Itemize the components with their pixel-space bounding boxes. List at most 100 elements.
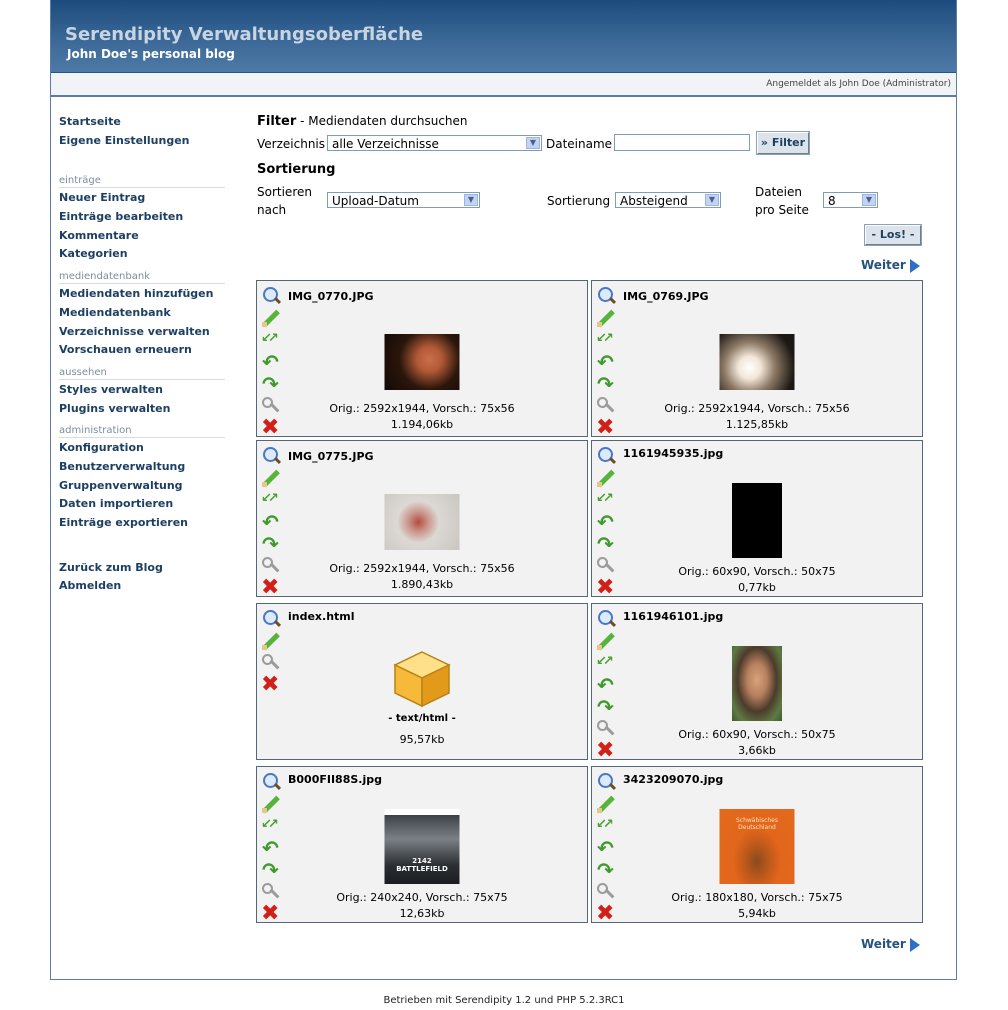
- rotate-left-icon[interactable]: [261, 510, 281, 534]
- sidebar-item-styles-verwalten[interactable]: Styles verwalten: [59, 383, 225, 403]
- sidebar-item-eintraege-exportieren[interactable]: Einträge exportieren: [59, 517, 225, 536]
- sidebar-item-mediendaten-hinzufuegen[interactable]: Mediendaten hinzufügen: [59, 288, 225, 307]
- edit-pencil-icon[interactable]: [596, 631, 616, 651]
- rotate-right-icon[interactable]: [596, 372, 616, 396]
- resize-icon[interactable]: [261, 330, 281, 350]
- edit-pencil-icon[interactable]: [596, 794, 616, 814]
- media-thumbnail[interactable]: [384, 494, 460, 550]
- sidebar-item-eigene-einstellungen[interactable]: Eigene Einstellungen: [59, 134, 225, 154]
- sidebar-item-abmelden[interactable]: Abmelden: [59, 580, 225, 599]
- thumbnail-art-line2: BATTLEFIELD: [396, 865, 448, 873]
- zoom-icon[interactable]: [596, 609, 616, 629]
- zoom-icon[interactable]: [261, 772, 281, 792]
- media-dimensions: Orig.: 2592x1944, Vorsch.: 75x56: [664, 402, 850, 415]
- edit-pencil-icon[interactable]: [261, 794, 281, 814]
- media-filename: IMG_0769.JPG: [623, 290, 709, 303]
- media-thumbnail[interactable]: [732, 483, 782, 558]
- directory-select[interactable]: alle Verzeichnisse ▼: [327, 135, 542, 151]
- zoom-icon[interactable]: [261, 446, 281, 466]
- resize-icon[interactable]: [596, 816, 616, 836]
- rotate-left-icon[interactable]: [596, 836, 616, 860]
- rotate-left-icon[interactable]: [596, 350, 616, 374]
- media-item: 3423209070.jpg Schwäbisches Deutschland …: [591, 766, 923, 926]
- edit-pencil-icon[interactable]: [261, 468, 281, 488]
- zoom-icon[interactable]: [596, 446, 616, 466]
- per-page-select[interactable]: 8 ▼: [823, 192, 878, 208]
- admin-frame: Serendipity Verwaltungsoberfläche John D…: [50, 0, 957, 980]
- rotate-right-icon[interactable]: [261, 532, 281, 556]
- media-thumbnail[interactable]: [384, 334, 460, 390]
- sidebar-section-administration: administration: [59, 425, 225, 439]
- sidebar-item-mediendatenbank[interactable]: Mediendatenbank: [59, 306, 225, 326]
- media-dimensions: Orig.: 180x180, Vorsch.: 75x75: [671, 891, 843, 904]
- sort-by-label-line1: Sortieren: [257, 185, 312, 199]
- media-thumbnail[interactable]: Schwäbisches Deutschland: [719, 809, 795, 884]
- sidebar-item-kommentare[interactable]: Kommentare: [59, 229, 225, 249]
- arrow-right-icon: [909, 258, 920, 273]
- footer: Betrieben mit Serendipity 1.2 und PHP 5.…: [383, 995, 625, 1006]
- edit-pencil-icon[interactable]: [261, 631, 281, 651]
- rotate-right-icon[interactable]: [596, 695, 616, 719]
- edit-pencil-icon[interactable]: [261, 308, 281, 328]
- media-size: 0,77kb: [738, 581, 776, 594]
- sidebar-item-konfiguration[interactable]: Konfiguration: [59, 442, 225, 461]
- media-mime: - text/html -: [388, 713, 456, 724]
- zoom-icon[interactable]: [261, 286, 281, 306]
- next-page-link-bottom[interactable]: Weiter: [861, 937, 920, 952]
- sidebar-item-zurueck-zum-blog[interactable]: Zurück zum Blog: [59, 561, 225, 581]
- sidebar-item-benutzerverwaltung[interactable]: Benutzerverwaltung: [59, 461, 225, 480]
- zoom-icon[interactable]: [261, 609, 281, 629]
- sidebar-item-neuer-eintrag[interactable]: Neuer Eintrag: [59, 192, 225, 211]
- sidebar-item-startseite[interactable]: Startseite: [59, 116, 225, 135]
- sidebar-section-aussehen: aussehen: [59, 367, 225, 380]
- filter-row: Verzeichnis alle Verzeichnisse ▼ Dateina…: [257, 131, 927, 156]
- sidebar-item-daten-importieren[interactable]: Daten importieren: [59, 498, 225, 517]
- media-size: 12,63kb: [399, 907, 445, 920]
- sidebar-item-eintraege-bearbeiten[interactable]: Einträge bearbeiten: [59, 211, 225, 230]
- filename-input[interactable]: [614, 134, 750, 151]
- resize-icon[interactable]: [261, 490, 281, 510]
- sidebar-item-verzeichnisse-verwalten[interactable]: Verzeichnisse verwalten: [59, 325, 225, 345]
- media-filename: IMG_0770.JPG: [288, 290, 374, 303]
- sidebar-item-kategorien[interactable]: Kategorien: [59, 248, 225, 267]
- zoom-icon[interactable]: [596, 772, 616, 792]
- go-button[interactable]: - Los! -: [864, 224, 922, 246]
- media-size: 1.125,85kb: [725, 418, 789, 431]
- sidebar-item-plugins-verwalten[interactable]: Plugins verwalten: [59, 402, 225, 422]
- next-page-link-top[interactable]: Weiter: [861, 258, 920, 273]
- rotate-right-icon[interactable]: [596, 858, 616, 882]
- rotate-left-icon[interactable]: [596, 510, 616, 534]
- resize-icon[interactable]: [596, 490, 616, 510]
- edit-pencil-icon[interactable]: [596, 468, 616, 488]
- resize-icon[interactable]: [596, 653, 616, 673]
- zoom-icon[interactable]: [596, 286, 616, 306]
- admin-title: Serendipity Verwaltungsoberfläche: [65, 24, 424, 45]
- media-size: 3,66kb: [738, 744, 776, 757]
- package-icon[interactable]: [391, 648, 453, 710]
- media-thumbnail[interactable]: [732, 646, 782, 721]
- rotate-right-icon[interactable]: [261, 858, 281, 882]
- per-page-label: Dateien: [755, 185, 803, 199]
- sort-order-select[interactable]: Absteigend ▼: [615, 192, 721, 208]
- rotate-right-icon[interactable]: [596, 532, 616, 556]
- rotate-right-icon[interactable]: [261, 372, 281, 396]
- next-page-label: Weiter: [861, 937, 906, 951]
- media-item: index.html - text/html - 95,57kb: [256, 603, 588, 760]
- sidebar-item-vorschauen-erneuern[interactable]: Vorschauen erneuern: [59, 344, 225, 363]
- media-thumbnail[interactable]: [719, 334, 795, 390]
- sort-by-select[interactable]: Upload-Datum ▼: [327, 192, 480, 208]
- rotate-left-icon[interactable]: [261, 350, 281, 374]
- rotate-left-icon[interactable]: [596, 673, 616, 697]
- media-thumbnail[interactable]: 2142 BATTLEFIELD: [384, 809, 460, 884]
- resize-icon[interactable]: [596, 330, 616, 350]
- delete-icon[interactable]: [261, 672, 281, 697]
- key-icon[interactable]: [261, 653, 281, 673]
- arrow-right-icon: [909, 937, 920, 952]
- resize-icon[interactable]: [261, 816, 281, 836]
- edit-pencil-icon[interactable]: [596, 308, 616, 328]
- sort-by-label: Sortieren: [257, 185, 312, 199]
- rotate-left-icon[interactable]: [261, 836, 281, 860]
- sidebar-item-gruppenverwaltung[interactable]: Gruppenverwaltung: [59, 479, 225, 499]
- chevron-down-icon: ▼: [526, 137, 540, 149]
- filter-button[interactable]: » Filter: [756, 131, 810, 155]
